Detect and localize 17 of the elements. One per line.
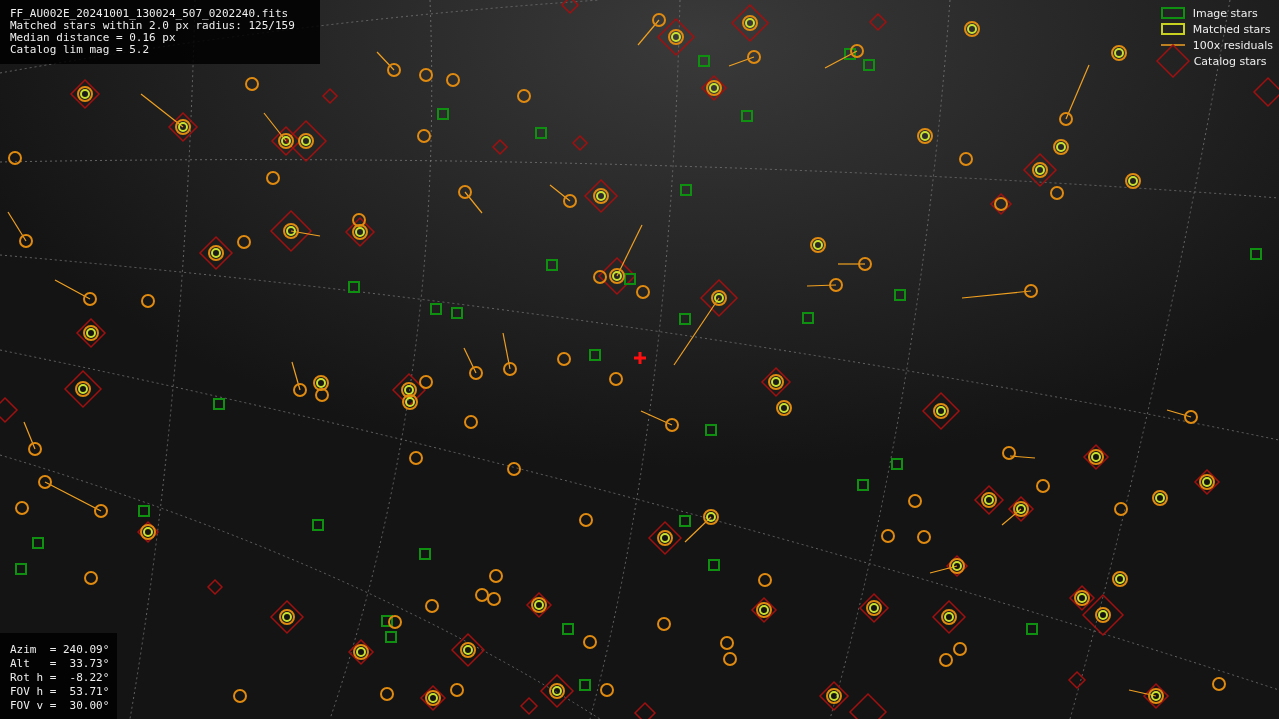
info-text: Median distance = 0.16 px: [10, 32, 177, 44]
pointing-text: FOV h = 53.71°: [10, 685, 110, 699]
pointing-text: Alt = 33.73°: [10, 657, 110, 671]
legend-square-icon: [1160, 7, 1185, 19]
legend-diamond-icon: [1155, 44, 1190, 78]
legend-label: Catalog stars: [1193, 54, 1267, 68]
info-text: FF_AU002E_20241001_130024_507_0202240.fits: [10, 8, 290, 20]
pointing-text: Azim = 240.09°: [10, 643, 110, 657]
legend-square-icon: [1160, 23, 1185, 35]
info-text: Matched stars within 2.0 px radius: 125/159: [10, 20, 296, 32]
legend-label: 100x residuals: [1192, 38, 1273, 52]
pointing-text: Rot h = -8.22°: [10, 671, 110, 685]
legend-label: Image stars: [1192, 6, 1258, 20]
legend-line-icon: [1160, 43, 1185, 47]
pointing-text: FOV v = 30.00°: [10, 699, 110, 713]
legend-label: Matched stars: [1192, 22, 1271, 36]
info-text: Catalog lim mag = 5.2: [10, 44, 151, 56]
